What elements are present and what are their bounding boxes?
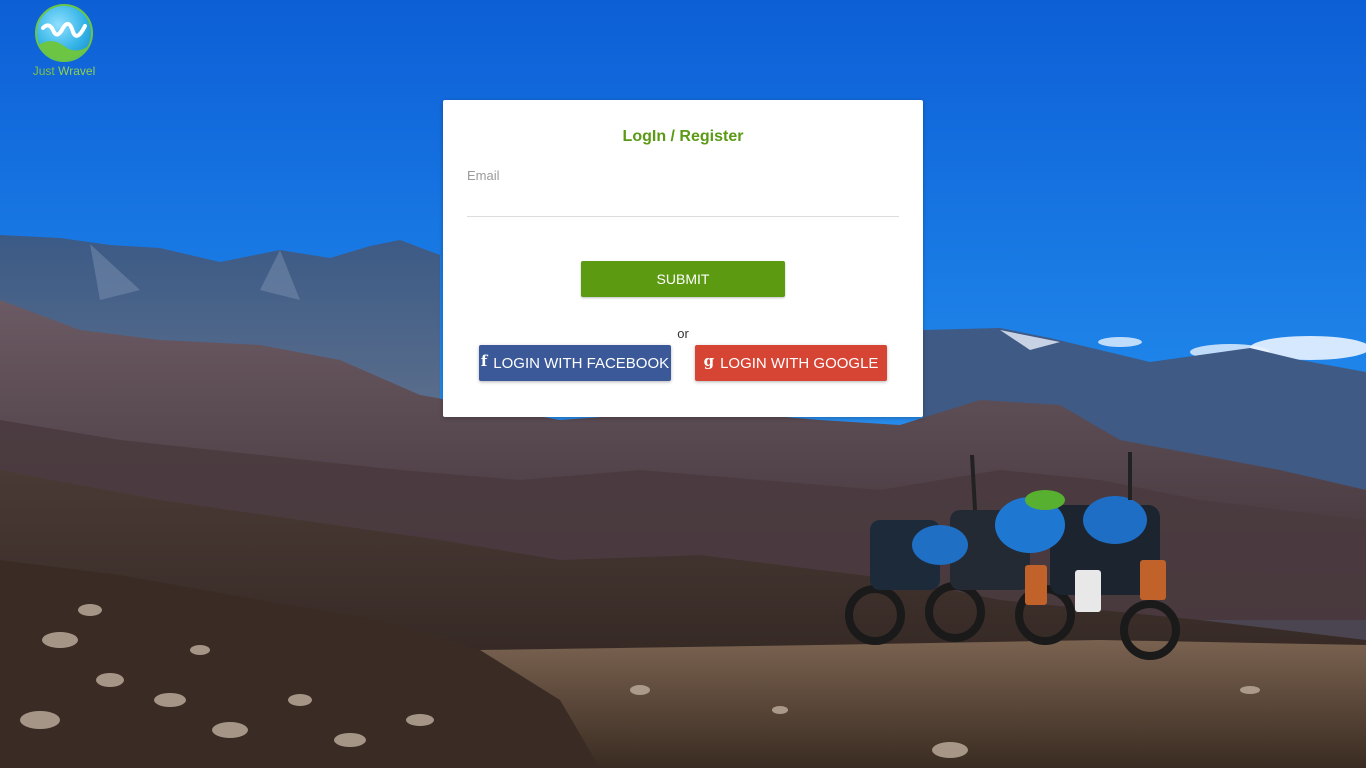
login-card: LogIn / Register Email SUBMIT or f LOGIN…: [443, 100, 923, 417]
wave-w-icon: [35, 4, 93, 62]
or-divider: or: [677, 326, 689, 341]
email-label: Email: [467, 168, 500, 183]
brand-name: Just Wravel: [22, 64, 106, 78]
brand-name-part2: Wravel: [58, 64, 96, 78]
google-button-label: LOGIN WITH GOOGLE: [720, 354, 879, 372]
login-with-google-button[interactable]: g LOGIN WITH GOOGLE: [695, 345, 887, 381]
submit-button[interactable]: SUBMIT: [581, 261, 785, 297]
card-title: LogIn / Register: [622, 128, 744, 145]
facebook-button-label: LOGIN WITH FACEBOOK: [493, 354, 670, 372]
facebook-icon: f: [480, 352, 488, 370]
login-with-facebook-button[interactable]: f LOGIN WITH FACEBOOK: [479, 345, 671, 381]
google-icon: g: [703, 352, 715, 370]
brand-name-part1: Just: [32, 64, 55, 78]
email-input[interactable]: [467, 188, 899, 217]
brand-logo[interactable]: Just Wravel: [22, 4, 106, 78]
